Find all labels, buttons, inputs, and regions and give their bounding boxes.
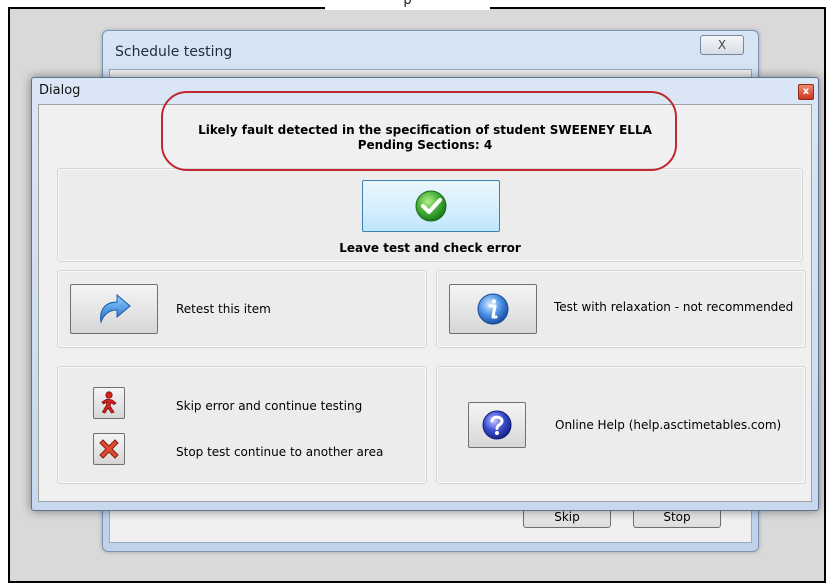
- running-figure-icon: [101, 391, 117, 414]
- help-panel: Online Help (help.asctimetables.com): [436, 366, 806, 484]
- retest-button[interactable]: [70, 284, 158, 334]
- stop-test-button[interactable]: [93, 433, 125, 465]
- dialog-close-button[interactable]: x: [798, 84, 814, 100]
- window-close-button[interactable]: X: [700, 35, 744, 55]
- dialog-client-area: Likely fault detected in the specificati…: [38, 104, 812, 502]
- window-title: Schedule testing: [115, 44, 233, 60]
- pending-sections: Pending Sections: 4: [357, 138, 493, 152]
- fault-message: Likely fault detected in the specificati…: [39, 123, 811, 153]
- skip-error-label: Skip error and continue testing: [176, 399, 363, 413]
- cropped-top-text: p: [325, 0, 490, 10]
- fault-message-line: Likely fault detected in the specificati…: [198, 123, 652, 137]
- green-check-icon: [415, 190, 447, 222]
- online-help-button[interactable]: [468, 402, 526, 448]
- redo-arrow-icon: [100, 293, 131, 324]
- relaxation-panel: Test with relaxation - not recommended: [436, 270, 806, 348]
- retest-panel: Retest this item: [57, 270, 427, 348]
- dialog-title: Dialog: [39, 83, 81, 98]
- fault-dialog: Dialog x Likely fault detected in the sp…: [31, 77, 819, 511]
- retest-label: Retest this item: [176, 302, 271, 316]
- info-icon: [477, 293, 509, 325]
- stop-test-label: Stop test continue to another area: [176, 445, 384, 459]
- skip-error-button[interactable]: [93, 387, 125, 419]
- leave-test-button[interactable]: [362, 180, 500, 232]
- online-help-label: Online Help (help.asctimetables.com): [555, 418, 782, 432]
- leave-test-label: Leave test and check error: [339, 241, 521, 255]
- relaxation-button[interactable]: [449, 284, 537, 334]
- leave-test-panel: Leave test and check error: [57, 168, 803, 262]
- relaxation-label: Test with relaxation - not recommended: [554, 300, 794, 314]
- close-icon: X: [717, 38, 727, 52]
- question-icon: [482, 410, 512, 440]
- skip-stop-panel: Skip error and continue testing Stop tes…: [57, 366, 427, 484]
- close-icon: x: [802, 86, 810, 97]
- red-x-icon: [99, 439, 119, 459]
